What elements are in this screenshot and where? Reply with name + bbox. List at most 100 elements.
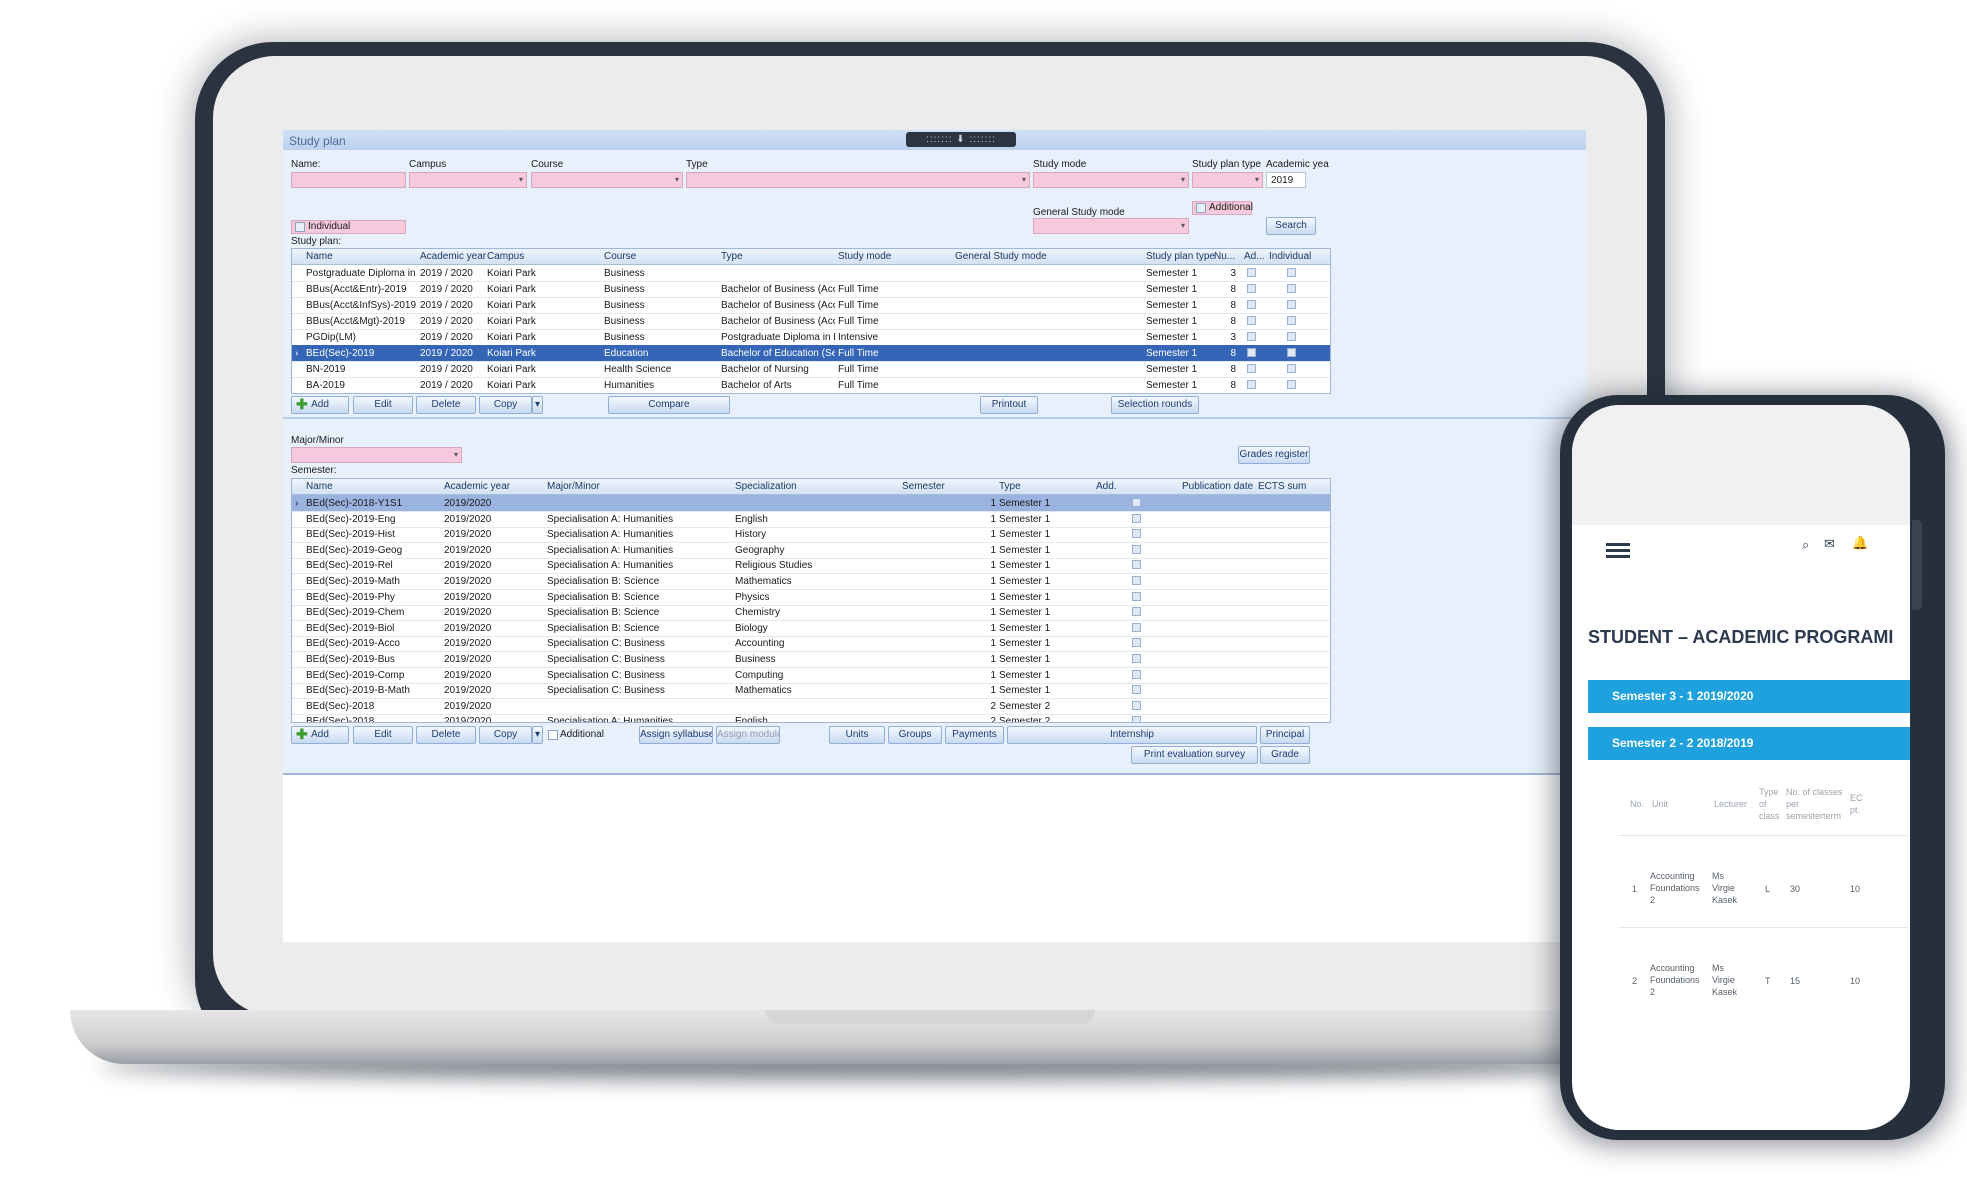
additional-filter[interactable]: Additional [1192,201,1253,215]
groups-button[interactable]: Groups [888,726,942,744]
study-mode-select[interactable]: ▾ [1033,172,1189,188]
printout-button[interactable]: Printout [980,396,1038,414]
table-row[interactable]: BEd(Sec)-2019 2019 / 2020 Koiari Park Educa… [292,345,1330,362]
individual-checkbox[interactable] [1287,300,1296,309]
column-header[interactable]: Study mode [838,251,891,262]
add-checkbox[interactable] [1132,529,1141,539]
column-header[interactable]: Nu... [1214,251,1236,262]
type-select[interactable]: ▾ [686,172,1030,188]
add-checkbox[interactable] [1132,685,1141,695]
table-row[interactable]: PGDip(LM) 2019 / 2020 Koiari Park Business P… [292,329,1330,346]
table-row[interactable]: BEd(Sec)-2019-Bus 2019/2020 Specialisation… [292,651,1330,668]
column-header[interactable]: Academic year [420,251,486,262]
mail-icon[interactable]: ✉ [1824,536,1835,552]
table-row[interactable]: BEd(Sec)-2019-Math 2019/2020 Specialisatio… [292,573,1330,590]
add-checkbox[interactable] [1132,560,1141,570]
add-checkbox[interactable] [1132,654,1141,663]
column-header[interactable]: Major/Minor [547,481,600,492]
semester-accordion-2[interactable]: Semester 2 - 2 2018/2019 [1588,727,1910,760]
additional-checkbox[interactable] [1196,203,1206,213]
column-header[interactable]: Ad... [1244,251,1264,262]
add-checkbox[interactable] [1132,544,1141,554]
table-row[interactable]: BEd(Sec)-2018 2019/2020 2 Semester 2 [292,698,1330,715]
course-select[interactable]: ▾ [531,172,683,188]
search-icon[interactable]: ⌕ [1802,537,1809,553]
individual-checkbox[interactable] [1287,348,1296,357]
copy-dropdown-button[interactable]: ▾ [532,396,543,414]
table-row[interactable]: BEd(Sec)-2018 2019/2020 Specialisation A: … [292,713,1330,722]
additional-checkbox[interactable] [1247,284,1256,293]
column-header[interactable]: General Study mode [955,251,1047,262]
additional-checkbox[interactable] [1247,348,1256,357]
column-header[interactable]: Academic year [444,481,510,492]
table-row[interactable]: BEd(Sec)-2019-Biol 2019/2020 Specialisatio… [292,620,1330,637]
table-row[interactable]: BEd(Sec)-2019-Rel 2019/2020 Specialisation… [292,557,1330,575]
add-semester-button[interactable]: ✚ Add [291,726,349,744]
column-header[interactable]: Specialization [735,481,797,492]
table-row[interactable]: BEd(Sec)-2019-Eng 2019/2020 Specialisation… [292,511,1330,528]
name-input[interactable] [291,172,406,188]
print-evaluation-survey-button[interactable]: Print evaluation survey [1131,746,1258,764]
additional-checkbox[interactable] [1247,380,1256,389]
menu-icon[interactable] [1606,543,1630,546]
individual-checkbox[interactable] [1287,284,1296,293]
column-header[interactable]: Study plan type [1146,251,1215,262]
delete-semester-button[interactable]: Delete [416,726,476,744]
individual-checkbox[interactable] [295,222,305,232]
add-checkbox[interactable] [1132,622,1141,632]
column-header[interactable]: Semester [902,481,945,492]
campus-select[interactable]: ▾ [409,172,527,188]
copy-button[interactable]: Copy [479,396,532,414]
add-checkbox[interactable] [1132,576,1141,585]
internship-button[interactable]: Internship [1007,726,1257,744]
table-row[interactable]: Postgraduate Diploma in Le... 2019 / 2020… [292,265,1330,282]
units-button[interactable]: Units [829,726,885,744]
add-checkbox[interactable] [1132,498,1141,507]
column-header[interactable]: ECTS sum [1258,481,1306,492]
table-row[interactable]: BEd(Sec)-2019-Geog 2019/2020 Specialisatio… [292,542,1330,559]
table-row[interactable]: BBus(Acct&Entr)-2019 2019 / 2020 Koiari Pa… [292,281,1330,298]
additional-checkbox[interactable] [1247,268,1256,277]
column-header[interactable]: Individual [1269,251,1311,262]
principal-button[interactable]: Principal [1260,726,1310,744]
additional-checkbox[interactable] [1247,300,1256,309]
table-row[interactable]: BEd(Sec)-2019-Comp 2019/2020 Specialisatio… [292,667,1330,684]
table-row[interactable]: BA-2019 2019 / 2020 Koiari Park Humanities B… [292,377,1330,393]
column-header[interactable]: Add. [1096,481,1117,492]
add-checkbox[interactable] [1132,513,1141,523]
table-row[interactable]: BBus(Acct&Mgt)-2019 2019 / 2020 Koiari Par… [292,313,1330,330]
copy-semester-button[interactable]: Copy [479,726,532,744]
table-row[interactable]: BEd(Sec)-2019-B-Math 2019/2020 Specialisat… [292,682,1330,700]
table-row[interactable]: BEd(Sec)-2019-Phy 2019/2020 Specialisation… [292,589,1330,606]
panel-grip-handle[interactable]: ::::::: ⬇ ::::::: [906,132,1016,147]
table-row[interactable]: BEd(Sec)-2019-Hist 2019/2020 Specialisatio… [292,526,1330,544]
column-header[interactable]: Type [999,481,1021,492]
table-row[interactable]: BEd(Sec)-2019-Acco 2019/2020 Specialisatio… [292,635,1330,653]
assign-syllabuses-button[interactable]: Assign syllabuses [639,726,713,744]
column-header[interactable]: Name [306,481,333,492]
column-header[interactable]: Course [604,251,636,262]
grades-register-button[interactable]: Grades register [1238,446,1310,464]
add-button[interactable]: ✚ Add [291,396,349,414]
column-header[interactable]: Name [306,251,333,262]
additional-checkbox[interactable] [1247,364,1256,373]
individual-filter[interactable]: Individual [291,220,406,234]
add-checkbox[interactable] [1132,607,1141,617]
search-button[interactable]: Search [1266,217,1316,235]
grade-button[interactable]: Grade [1260,746,1310,764]
table-row[interactable]: BBus(Acct&InfSys)-2019 2019 / 2020 Koiari … [292,297,1330,314]
column-header[interactable]: Type [721,251,743,262]
compare-button[interactable]: Compare [608,396,730,414]
edit-semester-button[interactable]: Edit [353,726,413,744]
panel-splitter[interactable] [283,417,1586,419]
edit-button[interactable]: Edit [353,396,413,414]
table-row[interactable]: BN-2019 2019 / 2020 Koiari Park Health Scie… [292,361,1330,378]
table-row[interactable]: BEd(Sec)-2019-Chem 2019/2020 Specialisatio… [292,604,1330,622]
individual-checkbox[interactable] [1287,380,1296,389]
study-plan-type-select[interactable]: ▾ [1192,172,1263,188]
individual-checkbox[interactable] [1287,268,1296,277]
column-header[interactable]: Campus [487,251,524,262]
selection-rounds-button[interactable]: Selection rounds [1111,396,1199,414]
assign-module-button[interactable]: Assign module [716,726,780,744]
copy-semester-dropdown-button[interactable]: ▾ [532,726,543,744]
